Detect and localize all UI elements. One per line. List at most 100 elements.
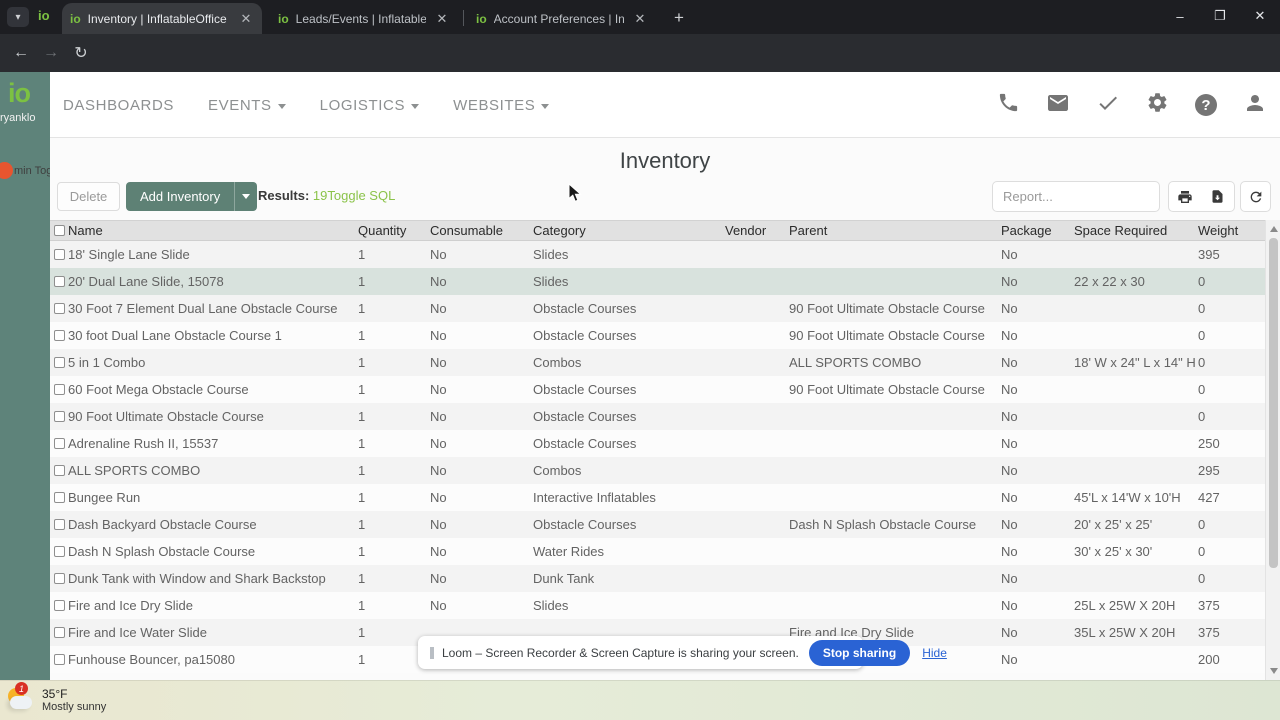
page-scrollbar[interactable] — [1265, 220, 1280, 680]
reload-button[interactable]: ↻ — [70, 42, 92, 64]
table-row[interactable]: 60 Foot Mega Obstacle Course 1 No Obstac… — [50, 376, 1265, 403]
cell-category: Combos — [533, 463, 582, 478]
cell-package: No — [1001, 409, 1018, 424]
close-button[interactable]: ✕ — [1240, 0, 1280, 32]
gear-icon[interactable] — [1146, 91, 1169, 119]
table-row[interactable]: Dash Backyard Obstacle Course 1 No Obsta… — [50, 511, 1265, 538]
nav-events[interactable]: EVENTS — [208, 97, 286, 114]
tab-close-icon[interactable]: ✕ — [632, 11, 648, 27]
toggle-sql-link[interactable]: Toggle SQL — [327, 188, 395, 203]
select-all-checkbox[interactable] — [54, 225, 65, 236]
sidebar-username: ryanklo — [0, 112, 36, 124]
add-inventory-button[interactable]: Add Inventory — [126, 182, 234, 211]
row-checkbox[interactable] — [54, 276, 65, 287]
cell-space-required: 22 x 22 x 30 — [1074, 274, 1145, 289]
col-category[interactable]: Category — [533, 223, 725, 238]
cell-parent: 90 Foot Ultimate Obstacle Course — [789, 382, 985, 397]
tab-search-chevron-icon[interactable]: ▾ — [7, 7, 29, 27]
col-parent[interactable]: Parent — [789, 223, 1001, 238]
col-vendor[interactable]: Vendor — [725, 223, 789, 238]
tab-favicon: io — [278, 11, 289, 26]
weather-widget[interactable]: 1 35°F Mostly sunny — [6, 682, 106, 715]
col-weight[interactable]: Weight — [1198, 223, 1265, 238]
minimize-button[interactable]: – — [1160, 0, 1200, 32]
cell-category: Slides — [533, 247, 569, 262]
table-row[interactable]: Dunk Tank with Window and Shark Backstop… — [50, 565, 1265, 592]
tab-inventory[interactable]: io Inventory | InflatableOffice ✕ — [62, 3, 262, 34]
cell-weight: 200 — [1198, 652, 1220, 667]
add-inventory-dropdown[interactable] — [234, 182, 257, 211]
table-row[interactable]: Dash N Splash Obstacle Course 1 No Water… — [50, 538, 1265, 565]
tab-account-preferences[interactable]: io Account Preferences | Inflatable ✕ — [468, 3, 656, 34]
nav-logistics[interactable]: LOGISTICS — [320, 97, 420, 114]
cell-weight: 0 — [1198, 517, 1206, 532]
row-checkbox[interactable] — [54, 303, 65, 314]
report-input[interactable] — [992, 181, 1160, 212]
col-name[interactable]: Name — [68, 223, 358, 238]
phone-icon[interactable] — [997, 91, 1020, 119]
table-row[interactable]: 30 Foot 7 Element Dual Lane Obstacle Cou… — [50, 295, 1265, 322]
row-checkbox[interactable] — [54, 249, 65, 260]
account-icon[interactable] — [1243, 91, 1267, 120]
refresh-button[interactable] — [1240, 181, 1271, 212]
scroll-down-icon[interactable] — [1270, 668, 1278, 674]
col-consumable[interactable]: Consumable — [430, 223, 533, 238]
row-checkbox[interactable] — [54, 546, 65, 557]
help-icon[interactable]: ? — [1195, 94, 1217, 116]
row-checkbox[interactable] — [54, 600, 65, 611]
nav-websites[interactable]: WEBSITES — [453, 97, 550, 114]
row-checkbox[interactable] — [54, 384, 65, 395]
row-checkbox[interactable] — [54, 573, 65, 584]
delete-button[interactable]: Delete — [57, 182, 120, 211]
col-quantity[interactable]: Quantity — [358, 223, 430, 238]
table-row[interactable]: 18' Single Lane Slide 1 No Slides No 395 — [50, 241, 1265, 268]
forward-button[interactable]: → — [40, 42, 62, 64]
row-checkbox[interactable] — [54, 654, 65, 665]
table-row[interactable]: Adrenaline Rush II, 15537 1 No Obstacle … — [50, 430, 1265, 457]
pinned-tab-favicon[interactable]: io — [38, 8, 50, 23]
table-row[interactable]: 5 in 1 Combo 1 No Combos ALL SPORTS COMB… — [50, 349, 1265, 376]
row-checkbox[interactable] — [54, 357, 65, 368]
table-row[interactable]: 20' Dual Lane Slide, 15078 1 No Slides N… — [50, 268, 1265, 295]
table-row[interactable]: 30 foot Dual Lane Obstacle Course 1 1 No… — [50, 322, 1265, 349]
admin-toggle-dot[interactable] — [0, 162, 13, 179]
check-icon[interactable] — [1096, 91, 1120, 120]
row-checkbox[interactable] — [54, 519, 65, 530]
row-checkbox[interactable] — [54, 627, 65, 638]
cell-parent: ALL SPORTS COMBO — [789, 355, 922, 370]
tab-close-icon[interactable]: ✕ — [434, 11, 450, 27]
cell-category: Obstacle Courses — [533, 409, 637, 424]
tab-close-icon[interactable]: ✕ — [238, 11, 254, 27]
tab-leads-events[interactable]: io Leads/Events | InflatableOffice ✕ — [270, 3, 458, 34]
print-button[interactable] — [1168, 181, 1202, 212]
table-row[interactable]: Bungee Run 1 No Interactive Inflatables … — [50, 484, 1265, 511]
cell-name: Bungee Run — [68, 490, 141, 505]
col-space-required[interactable]: Space Required — [1074, 223, 1198, 238]
cell-quantity: 1 — [358, 544, 366, 559]
row-checkbox[interactable] — [54, 411, 65, 422]
new-tab-button[interactable]: + — [668, 7, 690, 29]
back-button[interactable]: ← — [10, 42, 32, 64]
cell-name: Adrenaline Rush II, 15537 — [68, 436, 219, 451]
stop-sharing-button[interactable]: Stop sharing — [808, 639, 911, 666]
restore-button[interactable]: ❐ — [1200, 0, 1240, 32]
scrollbar-thumb[interactable] — [1269, 238, 1278, 568]
hide-link[interactable]: Hide — [922, 646, 947, 660]
tab-favicon: io — [70, 11, 81, 26]
io-logo[interactable]: io — [8, 78, 31, 109]
table-row[interactable]: 90 Foot Ultimate Obstacle Course 1 No Ob… — [50, 403, 1265, 430]
admin-toggle-label[interactable]: min Tog — [14, 165, 50, 177]
row-checkbox[interactable] — [54, 465, 65, 476]
table-row[interactable]: ALL SPORTS COMBO 1 No Combos No 295 — [50, 457, 1265, 484]
export-button[interactable] — [1201, 181, 1235, 212]
table-row[interactable]: Fire and Ice Dry Slide 1 No Slides No 25… — [50, 592, 1265, 619]
row-checkbox[interactable] — [54, 330, 65, 341]
row-checkbox[interactable] — [54, 492, 65, 503]
row-checkbox[interactable] — [54, 438, 65, 449]
col-package[interactable]: Package — [1001, 223, 1074, 238]
cell-parent: 90 Foot Ultimate Obstacle Course — [789, 301, 985, 316]
cell-space-required: 25L x 25W X 20H — [1074, 598, 1176, 613]
mail-icon[interactable] — [1046, 91, 1070, 120]
scroll-up-icon[interactable] — [1270, 226, 1278, 232]
nav-dashboards[interactable]: DASHBOARDS — [63, 97, 174, 114]
